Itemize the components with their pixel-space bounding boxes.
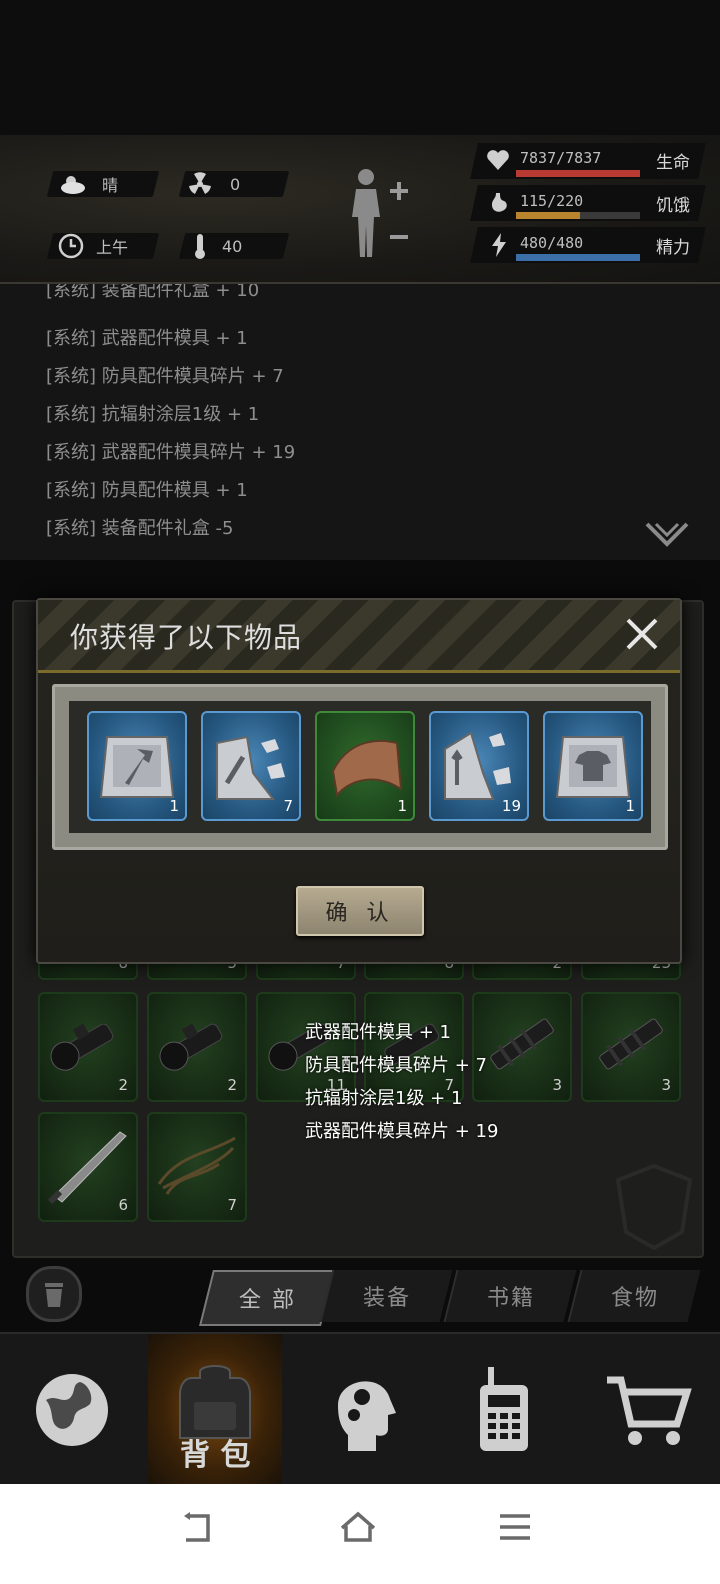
log-line: [系统] 抗辐射涂层1级 + 1 — [46, 404, 260, 425]
inventory-slot-rope[interactable]: 7 — [147, 1112, 247, 1222]
menu-icon[interactable] — [498, 1512, 532, 1542]
heart-icon — [487, 150, 509, 170]
temperature-text: 40 — [222, 236, 243, 256]
back-icon[interactable] — [180, 1510, 216, 1546]
hunger-label: 饥饿 — [656, 196, 690, 216]
radiation-pill: 0 — [178, 171, 290, 197]
energy-value: 480/480 — [520, 234, 584, 252]
log-line: [系统] 装备配件礼盒 + 10 — [46, 284, 260, 301]
log-line: [系统] 装备配件礼盒 -5 — [46, 518, 234, 539]
nav-backpack[interactable]: 背 包 — [148, 1334, 282, 1486]
globe-icon — [36, 1374, 108, 1446]
tooltip-line: 防具配件模具碎片 + 7 — [305, 1055, 487, 1076]
time-text: 上午 — [96, 238, 129, 257]
log-line: [系统] 防具配件模具碎片 + 7 — [46, 366, 284, 387]
nav-skills[interactable] — [292, 1334, 436, 1486]
inventory-slot-scope[interactable]: 2 — [38, 992, 138, 1102]
item-tooltip: 武器配件模具 + 1 防具配件模具碎片 + 7 抗辐射涂层1级 + 1 武器配件… — [305, 1020, 498, 1152]
dialog-title: 你获得了以下物品 — [70, 621, 303, 654]
status-header: 晴 0 上午 40 7837/7837 生命 115/220 饥饿 480/48… — [0, 135, 720, 284]
reward-item[interactable]: 1 — [87, 711, 187, 821]
cloud-sun-icon — [61, 176, 85, 194]
scroll-down-chevron-icon[interactable] — [644, 520, 690, 550]
radiation-text: 0 — [230, 174, 241, 194]
reward-tray: 1 7 1 19 1 — [52, 684, 668, 850]
walkie-talkie-icon — [480, 1367, 528, 1451]
trash-icon — [45, 1283, 63, 1307]
head-gear-icon — [338, 1381, 396, 1451]
reward-dialog: 你获得了以下物品 1 7 1 19 1 确 认 — [36, 598, 682, 964]
faded-emblem-icon — [615, 1163, 693, 1251]
human-body-icon — [352, 169, 408, 257]
energy-bar — [516, 254, 640, 261]
energy-label: 精力 — [656, 238, 690, 258]
reward-item[interactable]: 1 — [315, 711, 415, 821]
home-icon[interactable] — [338, 1508, 378, 1548]
tab-books[interactable]: 书籍 — [443, 1270, 577, 1322]
temperature-pill: 40 — [178, 233, 290, 259]
message-log[interactable]: [系统] 装备配件礼盒 + 10 [系统] 武器配件模具 + 1 [系统] 防具… — [0, 284, 720, 560]
reward-item[interactable]: 19 — [429, 711, 529, 821]
nav-radio[interactable] — [432, 1334, 576, 1486]
health-value: 7837/7837 — [520, 149, 602, 167]
inventory-slot-blade[interactable]: 6 — [38, 1112, 138, 1222]
clock-icon — [58, 233, 84, 259]
hunger-value: 115/220 — [520, 192, 584, 210]
health-bar — [516, 170, 640, 177]
shopping-cart-icon — [607, 1376, 692, 1445]
confirm-button[interactable]: 确 认 — [296, 886, 424, 936]
inventory-slot-silencer[interactable]: 3 — [581, 992, 681, 1102]
nav-world[interactable] — [0, 1334, 144, 1486]
trash-button[interactable] — [26, 1266, 82, 1322]
health-label: 生命 — [656, 153, 690, 173]
tab-equipment[interactable]: 装备 — [319, 1270, 453, 1322]
log-line: [系统] 防具配件模具 + 1 — [46, 480, 248, 501]
tooltip-line: 武器配件模具 + 1 — [305, 1022, 451, 1043]
thermometer-icon — [195, 234, 205, 259]
tab-all[interactable]: 全 部 — [199, 1270, 335, 1326]
top-strip — [0, 0, 720, 135]
inventory-slot-scope[interactable]: 2 — [147, 992, 247, 1102]
backpack-label: 背 包 — [180, 1438, 251, 1473]
nav-shop[interactable] — [576, 1334, 720, 1486]
reward-item[interactable]: 1 — [543, 711, 643, 821]
bottom-nav: 背 包 — [0, 1332, 720, 1486]
reward-tray-inner: 1 7 1 19 1 — [69, 701, 651, 833]
reward-item[interactable]: 7 — [201, 711, 301, 821]
radiation-icon — [189, 172, 211, 194]
category-tab-bar: 全 部 装备 书籍 食物 — [0, 1262, 720, 1328]
confirm-label: 确 认 — [325, 901, 395, 926]
tooltip-line: 武器配件模具碎片 + 19 — [305, 1121, 499, 1142]
time-pill: 上午 — [46, 233, 160, 259]
body-status-button[interactable] — [340, 165, 416, 261]
hunger-bar — [516, 212, 640, 219]
close-button[interactable] — [620, 612, 664, 656]
system-nav-bar — [0, 1484, 720, 1584]
weather-text: 晴 — [102, 176, 119, 195]
tooltip-line: 抗辐射涂层1级 + 1 — [305, 1088, 463, 1109]
stomach-icon — [492, 193, 507, 212]
tab-food[interactable]: 食物 — [567, 1270, 701, 1322]
log-line: [系统] 武器配件模具碎片 + 19 — [46, 442, 296, 463]
lightning-icon — [492, 233, 506, 257]
close-icon — [626, 618, 658, 650]
weather-pill: 晴 — [46, 171, 160, 197]
dialog-header: 你获得了以下物品 — [38, 600, 680, 673]
log-line: [系统] 武器配件模具 + 1 — [46, 328, 248, 349]
